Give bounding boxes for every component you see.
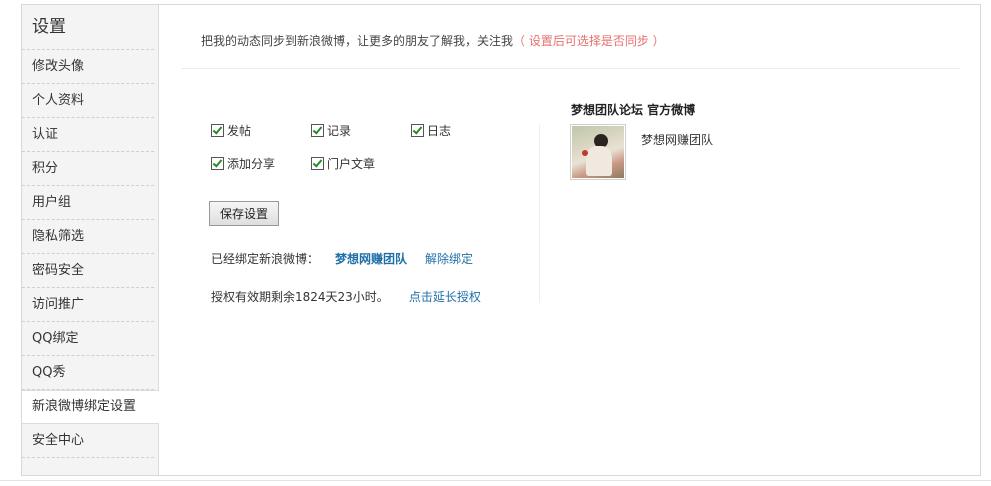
- sidebar-item-qq-bind[interactable]: QQ绑定: [22, 322, 154, 356]
- sidebar-item-promotion[interactable]: 访问推广: [22, 288, 154, 322]
- sidebar-item-weibo-bind[interactable]: 新浪微博绑定设置: [22, 390, 159, 424]
- sidebar-title: 设置: [22, 5, 154, 50]
- bound-account-link[interactable]: 梦想网赚团队: [335, 252, 407, 266]
- avatar-body: [586, 146, 612, 176]
- option-portal-article[interactable]: 门户文章: [311, 155, 375, 172]
- option-label: 日志: [427, 124, 452, 138]
- divider: [181, 68, 960, 69]
- authorization-text: 授权有效期剩余1824天23小时。: [211, 290, 389, 304]
- vertical-divider: [539, 125, 540, 303]
- sidebar-item-avatar[interactable]: 修改头像: [22, 50, 154, 84]
- settings-frame: 设置 修改头像 个人资料 认证 积分 用户组 隐私筛选 密码安全 访问推广 QQ…: [21, 4, 981, 476]
- sidebar-item-security-center[interactable]: 安全中心: [22, 424, 154, 458]
- binding-label: 已经绑定新浪微博：: [211, 252, 320, 266]
- option-label: 门户文章: [327, 157, 376, 171]
- sidebar-item-privacy[interactable]: 隐私筛选: [22, 220, 154, 254]
- binding-status: 已经绑定新浪微博： 梦想网赚团队 解除绑定: [211, 250, 473, 267]
- save-settings-button[interactable]: 保存设置: [209, 201, 279, 226]
- sidebar-item-credits[interactable]: 积分: [22, 152, 154, 186]
- intro-hint: （ 设置后可选择是否同步 ）: [513, 34, 665, 48]
- sidebar-item-verify[interactable]: 认证: [22, 118, 154, 152]
- option-blog[interactable]: 日志: [411, 122, 451, 139]
- settings-sidebar: 设置 修改头像 个人资料 认证 积分 用户组 隐私筛选 密码安全 访问推广 QQ…: [22, 5, 159, 475]
- sidebar-item-qq-show[interactable]: QQ秀: [22, 356, 154, 390]
- unbind-link[interactable]: 解除绑定: [425, 252, 473, 266]
- intro-text: 把我的动态同步到新浪微博，让更多的朋友了解我，关注我: [201, 34, 514, 48]
- avatar-image: [572, 126, 624, 178]
- option-label: 发帖: [227, 124, 252, 138]
- official-account-name[interactable]: 梦想网赚团队: [641, 131, 713, 148]
- page-bottom-border: [0, 480, 991, 481]
- official-weibo-title: 梦想团队论坛 官方微博: [571, 103, 696, 117]
- official-avatar[interactable]: [570, 124, 626, 180]
- sidebar-item-profile[interactable]: 个人资料: [22, 84, 154, 118]
- checkbox-checked-icon[interactable]: [211, 124, 224, 137]
- sidebar-item-usergroup[interactable]: 用户组: [22, 186, 154, 220]
- option-record[interactable]: 记录: [311, 122, 351, 139]
- checkbox-checked-icon[interactable]: [311, 157, 324, 170]
- main-content: 把我的动态同步到新浪微博，让更多的朋友了解我，关注我（ 设置后可选择是否同步 ）…: [159, 5, 980, 475]
- option-share[interactable]: 添加分享: [211, 155, 275, 172]
- option-post[interactable]: 发帖: [211, 122, 251, 139]
- sync-intro: 把我的动态同步到新浪微博，让更多的朋友了解我，关注我（ 设置后可选择是否同步 ）: [201, 32, 665, 49]
- authorization-status: 授权有效期剩余1824天23小时。 点击延长授权: [211, 288, 481, 305]
- option-label: 添加分享: [227, 157, 276, 171]
- option-label: 记录: [327, 124, 352, 138]
- checkbox-checked-icon[interactable]: [311, 124, 324, 137]
- extend-authorization-link[interactable]: 点击延长授权: [409, 290, 481, 304]
- sidebar-item-password[interactable]: 密码安全: [22, 254, 154, 288]
- checkbox-checked-icon[interactable]: [211, 157, 224, 170]
- avatar-accent: [582, 150, 588, 156]
- checkbox-checked-icon[interactable]: [411, 124, 424, 137]
